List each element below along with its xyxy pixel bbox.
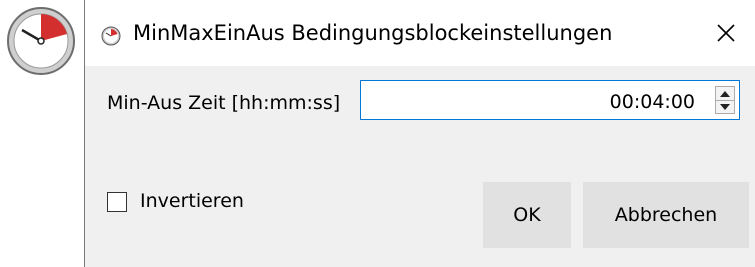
desktop-strip: [0, 0, 84, 267]
arrow-down-icon: [720, 103, 730, 110]
invert-label[interactable]: Invertieren: [140, 190, 244, 212]
min-off-time-input[interactable]: 00:04:00: [360, 80, 740, 120]
gauge-icon[interactable]: [6, 6, 76, 76]
invert-checkbox[interactable]: [107, 192, 127, 212]
arrow-up-icon: [720, 90, 730, 97]
dialog-title: MinMaxEinAus Bedingungsblockeinstellunge…: [133, 21, 613, 45]
time-spinner[interactable]: [715, 86, 735, 114]
cancel-button[interactable]: Abbrechen: [583, 182, 749, 248]
spin-down-button[interactable]: [716, 100, 734, 113]
spin-up-button[interactable]: [716, 87, 734, 101]
ok-button[interactable]: OK: [483, 182, 571, 248]
settings-dialog: MinMaxEinAus Bedingungsblockeinstellunge…: [84, 0, 755, 267]
title-bar: MinMaxEinAus Bedingungsblockeinstellunge…: [85, 0, 755, 66]
min-off-time-label: Min-Aus Zeit [hh:mm:ss]: [107, 92, 341, 114]
min-off-time-value: 00:04:00: [609, 91, 695, 113]
gauge-icon: [101, 26, 121, 46]
close-icon: [717, 24, 735, 42]
close-button[interactable]: [696, 0, 755, 66]
